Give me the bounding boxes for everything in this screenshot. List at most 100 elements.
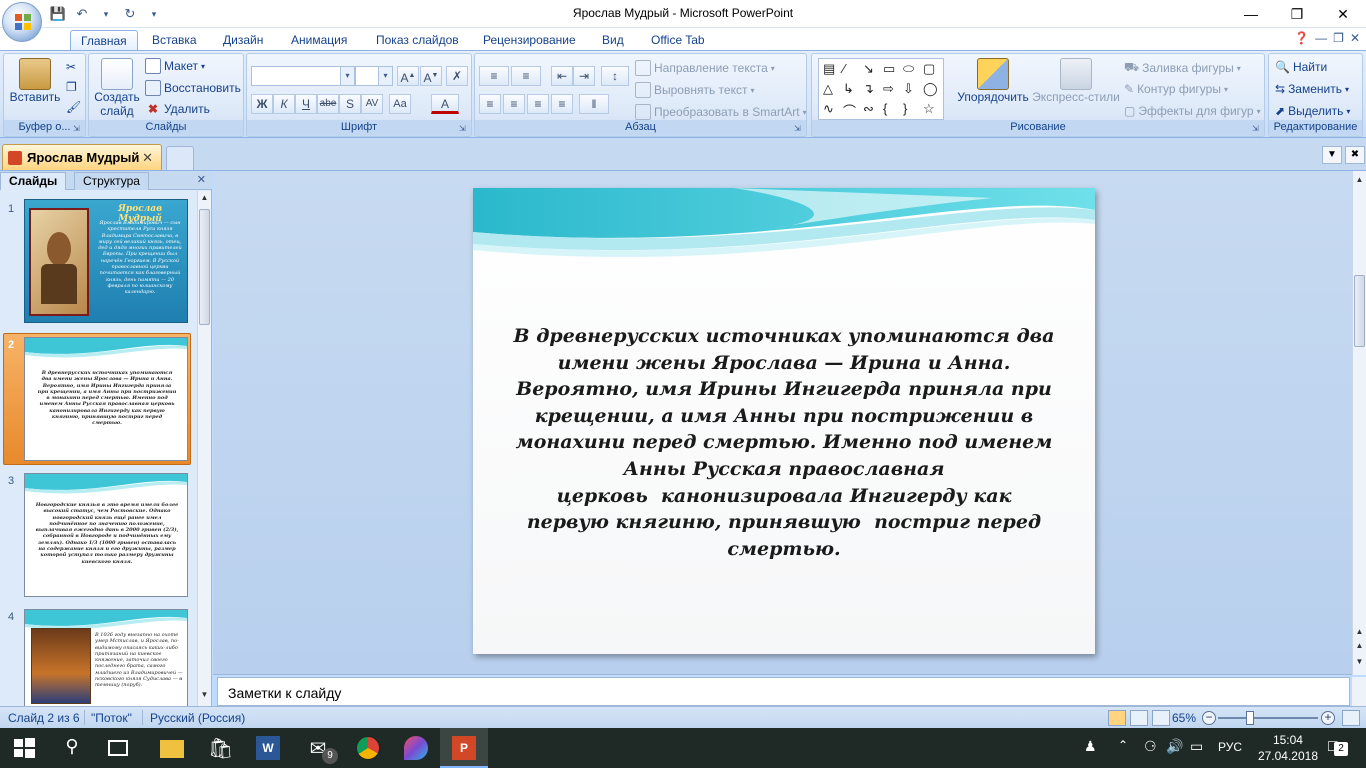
slide-sorter-view-icon[interactable]	[1130, 710, 1148, 726]
battery-icon[interactable]: ▭	[1190, 738, 1203, 768]
prev-slide-icon[interactable]: ▲	[1353, 641, 1366, 650]
tab-list-dropdown-icon[interactable]: ▼	[1322, 146, 1342, 164]
format-painter-icon[interactable]: 🖌	[66, 100, 81, 114]
chrome-icon[interactable]	[356, 736, 380, 760]
thumbnail-slide-3[interactable]: Новгородские князья в это время имели бо…	[24, 473, 188, 597]
ribbon-restore-icon[interactable]: ❐	[1333, 31, 1344, 45]
paste-button[interactable]: Вставить	[6, 58, 64, 104]
document-tab-active[interactable]: Ярослав Мудрый ✕	[2, 144, 162, 170]
search-icon[interactable]: ⚲	[60, 736, 84, 760]
minimize-icon[interactable]: —	[1228, 0, 1274, 28]
shapes-gallery[interactable]: ▤ ∕ ↘ ▭ ⬭ ▢ △ ↳ ↴ ⇨ ⇩ ◯ ∿ ⌒ ∾ { } ☆	[818, 58, 944, 120]
tab-slides[interactable]: Слайды	[0, 172, 67, 190]
tray-chevron-icon[interactable]: ⌃	[1118, 738, 1128, 768]
input-language[interactable]: РУС	[1218, 740, 1242, 768]
ribbon-close-icon[interactable]: ✕	[1350, 31, 1360, 45]
slide-scrollbar[interactable]: ▲ ▲ ▲ ▼	[1352, 171, 1366, 675]
people-icon[interactable]: ♟	[1084, 738, 1097, 768]
theme-name[interactable]: "Поток"	[91, 711, 132, 725]
freeform-shape-icon[interactable]: ∾	[863, 101, 874, 117]
layout-button[interactable]: Макет ▾	[145, 58, 205, 74]
scroll-down-icon[interactable]: ▼	[198, 690, 211, 704]
next-slide-icon[interactable]: ▼	[1353, 657, 1366, 666]
word-icon[interactable]: W	[256, 736, 280, 760]
align-left-button[interactable]: ≡	[479, 94, 501, 114]
reset-button[interactable]: Восстановить	[145, 80, 241, 96]
shape-fill-button[interactable]: ⛟ Заливка фигуры ▾	[1124, 60, 1241, 76]
powerpoint-icon[interactable]: P	[452, 736, 476, 760]
clear-format-button[interactable]: ✗	[446, 66, 468, 86]
justify-button[interactable]: ≡	[551, 94, 573, 114]
zoom-in-icon[interactable]: +	[1321, 711, 1335, 725]
paint-3d-icon[interactable]	[404, 736, 428, 760]
slideshow-view-icon[interactable]	[1152, 710, 1170, 726]
cut-icon[interactable]: ✂	[66, 60, 76, 74]
shadow-button[interactable]: S	[339, 94, 361, 114]
shape-effects-button[interactable]: ▢ Эффекты для фигур ▾	[1124, 104, 1261, 118]
store-icon[interactable]: 🛍	[208, 736, 233, 760]
font-color-button[interactable]: A	[431, 94, 459, 114]
text-direction-button[interactable]: Направление текста ▾	[635, 60, 775, 76]
smartart-button[interactable]: Преобразовать в SmartArt ▾	[635, 104, 807, 120]
font-name-combo[interactable]: ▾	[251, 66, 355, 86]
align-text-button[interactable]: Выровнять текст ▾	[635, 82, 755, 98]
paragraph-launcher-icon[interactable]: ⇲	[794, 124, 804, 134]
tab-home[interactable]: Главная	[70, 30, 138, 50]
network-icon[interactable]: ⚆	[1144, 738, 1157, 768]
zoom-level[interactable]: 65%	[1172, 711, 1196, 725]
rounded-rect-shape-icon[interactable]: ▢	[923, 61, 935, 77]
tab-outline[interactable]: Структура	[74, 172, 149, 190]
increase-indent-button[interactable]: ⇥	[573, 66, 595, 86]
tab-view[interactable]: Вид	[592, 30, 634, 50]
line-spacing-button[interactable]: ↕	[601, 66, 629, 86]
close-panel-icon[interactable]: ✕	[197, 173, 206, 186]
font-size-combo[interactable]: ▾	[355, 66, 393, 86]
copy-icon[interactable]: ❐	[66, 80, 77, 94]
scroll-up-icon[interactable]: ▲	[1353, 627, 1366, 636]
quick-styles-button[interactable]: Экспресс-стили	[1032, 58, 1120, 104]
triangle-shape-icon[interactable]: △	[823, 81, 833, 97]
task-view-icon[interactable]	[108, 740, 128, 756]
bold-button[interactable]: Ж	[251, 94, 273, 114]
replace-button[interactable]: ⇆ Заменить ▾	[1275, 82, 1349, 96]
delete-slide-button[interactable]: ✖ Удалить	[145, 102, 210, 116]
brace-right-shape-icon[interactable]: }	[903, 101, 907, 116]
office-button[interactable]	[2, 2, 42, 42]
grow-font-button[interactable]: A▲	[397, 66, 419, 86]
strikethrough-button[interactable]: abe	[317, 94, 339, 114]
font-launcher-icon[interactable]: ⇲	[459, 124, 469, 134]
ribbon-minimize-icon[interactable]: —	[1315, 31, 1327, 45]
scroll-up-icon[interactable]: ▲	[198, 193, 211, 207]
clipboard-launcher-icon[interactable]: ⇲	[73, 124, 83, 134]
thumbnail-slide-2[interactable]: В древнерусских источниках упоминаются д…	[24, 337, 188, 461]
right-arrow-shape-icon[interactable]: ⇨	[883, 81, 894, 97]
current-slide[interactable]: В древнерусских источниках упоминаются д…	[473, 188, 1095, 654]
align-center-button[interactable]: ≡	[503, 94, 525, 114]
arc-shape-icon[interactable]: ⌒	[843, 101, 856, 120]
close-document-icon[interactable]: ✖	[1345, 146, 1365, 164]
down-arrow-shape-icon[interactable]: ⇩	[903, 81, 914, 97]
arrow-shape-icon[interactable]: ↘	[863, 61, 874, 77]
scrollbar-thumb[interactable]	[199, 209, 210, 325]
windows-start-icon[interactable]	[12, 736, 36, 760]
close-icon[interactable]: ✕	[1320, 0, 1366, 28]
tab-design[interactable]: Дизайн	[213, 30, 273, 50]
italic-button[interactable]: К	[273, 94, 295, 114]
select-button[interactable]: ⬈ Выделить ▾	[1275, 104, 1350, 118]
textbox-shape-icon[interactable]: ▤	[823, 61, 835, 77]
notes-field[interactable]: Заметки к слайду	[217, 677, 1350, 706]
rectangle-shape-icon[interactable]: ▭	[883, 61, 895, 77]
tab-office-tab[interactable]: Office Tab	[641, 30, 715, 50]
normal-view-icon[interactable]	[1108, 710, 1126, 726]
callout-shape-icon[interactable]: ◯	[923, 81, 938, 97]
restore-icon[interactable]: ❐	[1274, 0, 1320, 28]
tab-slideshow[interactable]: Показ слайдов	[366, 30, 469, 50]
line-shape-icon[interactable]: ∕	[843, 61, 845, 76]
decrease-indent-button[interactable]: ⇤	[551, 66, 573, 86]
align-right-button[interactable]: ≡	[527, 94, 549, 114]
notes-scrollbar[interactable]	[1352, 677, 1366, 706]
shape-outline-button[interactable]: ✎ Контур фигуры ▾	[1124, 82, 1228, 96]
columns-button[interactable]: ‖	[579, 94, 609, 114]
tab-review[interactable]: Рецензирование	[473, 30, 586, 50]
zoom-slider-knob[interactable]	[1246, 711, 1254, 725]
